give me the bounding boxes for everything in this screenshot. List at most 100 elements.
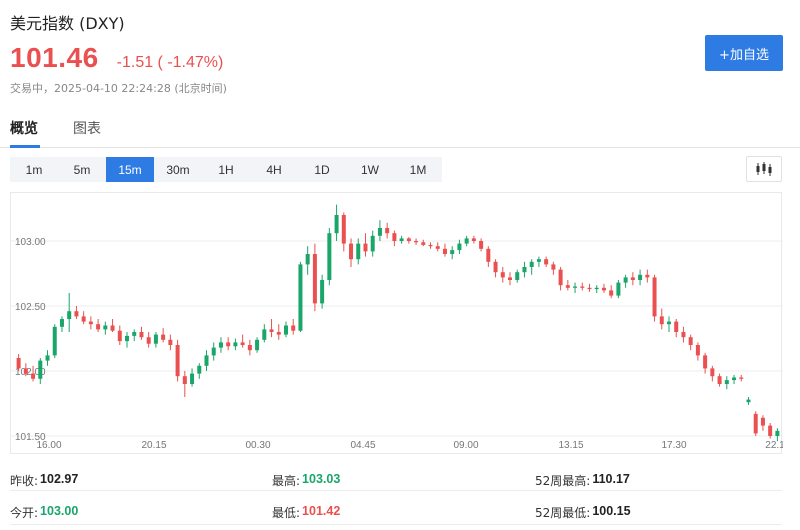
candle-body [31, 373, 36, 379]
x-tick-label: 00.30 [245, 440, 270, 451]
stat-52w-low: 52周最低: 100.15 [535, 504, 631, 521]
candle-body [139, 332, 144, 338]
stat-label: 52周最高: [535, 474, 591, 488]
candle-body [226, 342, 231, 347]
range-1h[interactable]: 1H [202, 157, 250, 182]
candle-body [666, 321, 671, 325]
candle-body [638, 274, 643, 280]
candle-body [370, 235, 375, 252]
candle-body [753, 413, 758, 434]
candle-body [349, 243, 354, 260]
x-tick-label: 20.15 [141, 440, 166, 451]
candle-body [38, 360, 43, 379]
candle-body [565, 285, 570, 288]
stat-value: 103.03 [302, 472, 341, 486]
stats-divider-bottom [10, 524, 782, 525]
candle-body [283, 325, 288, 335]
candle-body [305, 254, 310, 265]
candle-body [255, 339, 260, 351]
tab-overview[interactable]: 概览 [10, 118, 38, 138]
price-chart-container: 103.00 102.50 102.00 101.50 16.00 20.15 00.30 0… [10, 192, 783, 455]
x-tick-label: 16.00 [36, 440, 61, 451]
candle-body [450, 250, 455, 254]
candle-body [609, 290, 614, 296]
stat-52w-high: 52周最高: 110.17 [535, 472, 630, 489]
range-1mo[interactable]: 1M [394, 157, 442, 182]
candle-body [298, 264, 303, 331]
candle-body [190, 373, 195, 384]
add-to-watchlist-button[interactable]: +加自选 [705, 35, 783, 71]
candle-body [218, 342, 223, 348]
chart-type-button[interactable] [746, 156, 782, 182]
candle-body [442, 248, 447, 254]
page-title: 美元指数 (DXY) [10, 14, 125, 33]
range-5m[interactable]: 5m [58, 157, 106, 182]
candle-body [74, 311, 79, 317]
candle-body [23, 368, 28, 374]
candle-body [233, 342, 238, 347]
x-tick-label: 04.45 [350, 440, 375, 451]
candle-body [341, 215, 346, 244]
range-4h[interactable]: 4H [250, 157, 298, 182]
timeframe-selector: 1m 5m 15m 30m 1H 4H 1D 1W 1M [10, 157, 442, 182]
candle-body [103, 325, 108, 330]
candle-body [724, 380, 729, 384]
stat-label: 52周最低: [535, 506, 591, 520]
candle-body [312, 254, 317, 304]
stat-value: 102.97 [40, 472, 79, 486]
candle-body [760, 417, 765, 426]
candle-body [573, 286, 578, 288]
candle-body [262, 329, 267, 340]
active-tab-indicator [10, 145, 40, 148]
candle-body [88, 321, 93, 325]
range-30m[interactable]: 30m [154, 157, 202, 182]
candle-body [96, 324, 101, 330]
candle-body [428, 244, 433, 247]
candlestick-chart[interactable]: 103.00102.50102.00101.5016.00 20.15 00.30 0… [11, 193, 783, 455]
candle-body [587, 287, 592, 290]
tab-bar: 概览 图表 [0, 112, 800, 148]
candle-body [52, 326, 57, 356]
range-1m[interactable]: 1m [10, 157, 58, 182]
last-price: 101.46 [10, 42, 99, 73]
candle-body [674, 321, 679, 332]
x-tick-label: 09.00 [453, 440, 478, 451]
candle-body [732, 377, 737, 381]
candle-body [688, 337, 693, 345]
candle-body [197, 365, 202, 374]
stat-value: 110.17 [592, 472, 630, 486]
candle-body [81, 316, 86, 322]
tab-chart[interactable]: 图表 [73, 118, 101, 138]
candle-body [125, 335, 130, 342]
stat-value: 100.15 [592, 504, 631, 518]
candle-body [67, 311, 72, 319]
candle-body [16, 358, 21, 369]
candle-body [182, 376, 187, 384]
candle-body [500, 272, 505, 278]
x-tick-label: 22.1 [765, 440, 783, 451]
candle-body [594, 287, 599, 290]
stat-value: 103.00 [40, 504, 79, 518]
candle-body [645, 274, 650, 278]
candle-body [153, 334, 158, 344]
range-15m[interactable]: 15m [106, 157, 154, 182]
x-tick-label: 17.30 [661, 440, 686, 451]
candle-body [59, 319, 64, 327]
candle-body [385, 228, 390, 234]
stat-label: 今开: [10, 506, 39, 520]
candle-body [392, 233, 397, 241]
range-1d[interactable]: 1D [298, 157, 346, 182]
candle-body [356, 243, 361, 260]
stat-prev-close: 昨收: 102.97 [10, 472, 78, 489]
candle-body [703, 355, 708, 369]
candle-body [414, 241, 419, 243]
candle-body [421, 242, 426, 245]
candle-body [768, 425, 773, 436]
candle-body [746, 399, 751, 403]
candle-body [320, 280, 325, 304]
range-1w[interactable]: 1W [346, 157, 394, 182]
candle-body [291, 325, 296, 331]
trading-status: 交易中，2025-04-10 22:24:28 (北京时间) [10, 82, 227, 95]
candle-body [211, 347, 216, 356]
candle-body [551, 264, 556, 270]
